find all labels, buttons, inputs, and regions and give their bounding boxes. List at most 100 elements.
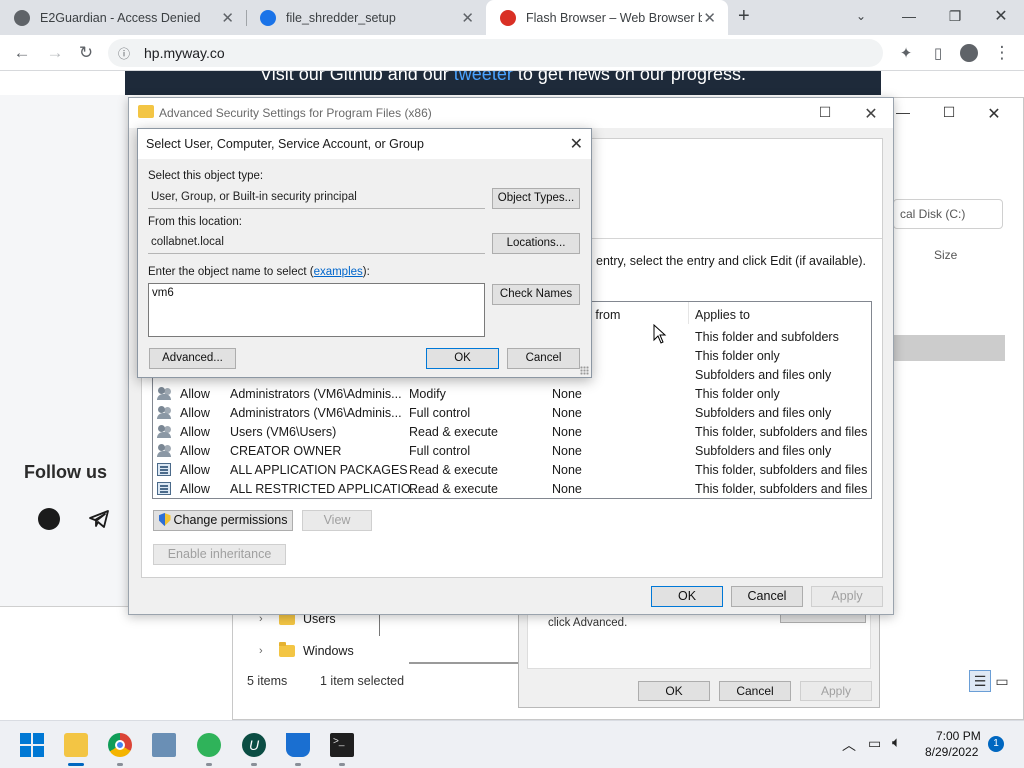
ok-button[interactable]: OK bbox=[651, 586, 723, 607]
profile-icon[interactable] bbox=[957, 41, 981, 65]
network-app-icon[interactable] bbox=[197, 733, 221, 757]
advanced-button[interactable]: Advanced... bbox=[149, 348, 236, 369]
table-row[interactable]: Allow Users (VM6\Users) Read & execute None… bbox=[153, 423, 871, 442]
access-cell: Full control bbox=[409, 444, 471, 458]
inherited-from-cell: None bbox=[552, 387, 582, 401]
package-icon bbox=[157, 463, 171, 476]
close-icon[interactable]: ✕ bbox=[856, 104, 886, 124]
applies-to-cell: This folder and subfolders bbox=[695, 330, 839, 344]
principal-cell: Administrators (VM6\Adminis... bbox=[230, 406, 402, 420]
table-row[interactable]: Allow Administrators (VM6\Adminis... Modif… bbox=[153, 385, 871, 404]
photos-icon[interactable] bbox=[152, 733, 176, 757]
follow-us-heading: Follow us bbox=[24, 462, 107, 482]
close-icon[interactable]: ✕ bbox=[703, 9, 716, 27]
table-row[interactable]: Allow Administrators (VM6\Adminis... Full … bbox=[153, 404, 871, 423]
tree-item-windows[interactable]: › Windows bbox=[259, 642, 354, 658]
table-row[interactable]: Allow ALL RESTRICTED APPLICATIO... Read & … bbox=[153, 480, 871, 498]
properties-panel: click Advanced. Advanced bbox=[527, 609, 871, 669]
resize-grip[interactable] bbox=[580, 366, 589, 375]
notification-badge[interactable]: 1 bbox=[988, 736, 1004, 752]
access-cell: Read & execute bbox=[409, 482, 498, 496]
change-permissions-button[interactable]: Change permissions bbox=[153, 510, 293, 531]
forward-icon[interactable]: → bbox=[43, 41, 67, 65]
close-icon[interactable]: ✕ bbox=[570, 134, 583, 154]
search-box[interactable]: cal Disk (C:) bbox=[893, 199, 1003, 229]
tiles-view-icon[interactable]: ▭ bbox=[991, 670, 1013, 692]
extensions-icon[interactable]: ✦ bbox=[894, 41, 918, 65]
tweeter-link[interactable]: tweeter bbox=[454, 71, 513, 84]
banner-text: Visit our Github and our bbox=[260, 71, 454, 84]
applies-to-cell: Subfolders and files only bbox=[695, 406, 832, 420]
apply-button[interactable]: Apply bbox=[800, 681, 872, 701]
locations-button[interactable]: Locations... bbox=[492, 233, 580, 254]
cancel-button[interactable]: Cancel bbox=[731, 586, 803, 607]
ok-button[interactable]: OK bbox=[638, 681, 710, 701]
minimize-icon[interactable]: — bbox=[886, 0, 932, 32]
enable-inheritance-button[interactable]: Enable inheritance bbox=[153, 544, 286, 565]
principal-cell: ALL RESTRICTED APPLICATIO... bbox=[230, 482, 422, 496]
back-icon[interactable]: ← bbox=[10, 41, 34, 65]
terminal-icon[interactable]: >_ bbox=[330, 733, 354, 757]
restore-icon[interactable]: ❐ bbox=[932, 0, 978, 32]
menu-icon[interactable]: ⋮ bbox=[990, 41, 1014, 65]
new-tab-icon[interactable]: + bbox=[738, 5, 750, 28]
chrome-icon[interactable] bbox=[108, 733, 132, 757]
apply-button[interactable]: Apply bbox=[811, 586, 883, 607]
examples-link[interactable]: examples bbox=[314, 266, 363, 278]
applies-to-cell: This folder only bbox=[695, 349, 780, 363]
object-name-input[interactable]: vm6 bbox=[148, 283, 485, 337]
column-header-applies-to[interactable]: Applies to bbox=[695, 308, 750, 322]
object-types-button[interactable]: Object Types... bbox=[492, 188, 580, 209]
maximize-icon[interactable]: ☐ bbox=[810, 104, 840, 121]
column-separator bbox=[688, 302, 689, 324]
telegram-icon[interactable] bbox=[88, 508, 110, 530]
file-explorer-icon[interactable] bbox=[64, 733, 88, 757]
close-window-icon[interactable]: ✕ bbox=[978, 0, 1024, 32]
running-indicator bbox=[117, 763, 123, 766]
location-label: From this location: bbox=[148, 216, 242, 228]
tab-flash-browser[interactable]: Flash Browser – Web Browser bu ✕ bbox=[486, 0, 728, 35]
page-left-panel bbox=[0, 95, 128, 607]
mouse-cursor-icon bbox=[653, 324, 667, 344]
details-view-icon[interactable]: ☰ bbox=[969, 670, 991, 692]
package-icon bbox=[157, 482, 171, 495]
close-icon[interactable]: ✕ bbox=[221, 9, 234, 27]
check-names-button[interactable]: Check Names bbox=[492, 284, 580, 305]
chevron-right-icon[interactable]: › bbox=[259, 645, 279, 657]
address-bar[interactable]: ⓘ hp.myway.co bbox=[108, 39, 883, 67]
close-icon[interactable]: ✕ bbox=[461, 9, 474, 27]
ok-button[interactable]: OK bbox=[426, 348, 499, 369]
tab-file-shredder[interactable]: file_shredder_setup ✕ bbox=[246, 0, 486, 35]
view-button[interactable]: View bbox=[302, 510, 372, 531]
bucket-app-icon[interactable] bbox=[286, 733, 310, 757]
selected-file-row[interactable] bbox=[893, 335, 1005, 361]
table-row[interactable]: Allow CREATOR OWNER Full control None Subfol… bbox=[153, 442, 871, 461]
clock-time[interactable]: 7:00 PM bbox=[936, 729, 981, 743]
close-icon[interactable]: ✕ bbox=[974, 104, 1014, 124]
applies-to-cell: This folder, subfolders and files bbox=[695, 482, 868, 496]
github-icon[interactable] bbox=[38, 508, 60, 530]
properties-dialog: click Advanced. Advanced OK Cancel Apply bbox=[518, 609, 880, 708]
side-panel-icon[interactable]: ▯ bbox=[926, 41, 950, 65]
inherited-from-cell: None bbox=[552, 444, 582, 458]
running-indicator bbox=[339, 763, 345, 766]
maximize-icon[interactable]: ☐ bbox=[929, 104, 969, 121]
dialog-titlebar[interactable]: Select User, Computer, Service Account, … bbox=[138, 129, 591, 159]
cancel-button[interactable]: Cancel bbox=[719, 681, 791, 701]
table-row[interactable]: Allow ALL APPLICATION PACKAGES Read & exec… bbox=[153, 461, 871, 480]
network-icon[interactable]: ▭ bbox=[868, 735, 881, 752]
tab-e2guardian[interactable]: E2Guardian - Access Denied ✕ bbox=[0, 0, 246, 35]
instruction-text: entry, select the entry and click Edit (… bbox=[596, 254, 867, 268]
chevron-up-icon[interactable]: ︿ bbox=[842, 735, 856, 755]
start-icon[interactable] bbox=[20, 733, 44, 757]
cancel-button[interactable]: Cancel bbox=[507, 348, 580, 369]
reload-icon[interactable]: ↻ bbox=[74, 41, 98, 65]
u-app-icon[interactable]: U bbox=[242, 733, 266, 757]
applies-to-cell: This folder, subfolders and files bbox=[695, 425, 868, 439]
volume-icon[interactable]: 🔈︎ bbox=[892, 734, 901, 751]
site-info-icon[interactable]: ⓘ bbox=[118, 45, 132, 62]
dialog-titlebar[interactable]: Advanced Security Settings for Program F… bbox=[129, 98, 893, 128]
tab-search-icon[interactable]: ⌄ bbox=[838, 0, 884, 32]
column-header-size[interactable]: Size bbox=[934, 248, 957, 262]
clock-date[interactable]: 8/29/2022 bbox=[925, 745, 978, 759]
